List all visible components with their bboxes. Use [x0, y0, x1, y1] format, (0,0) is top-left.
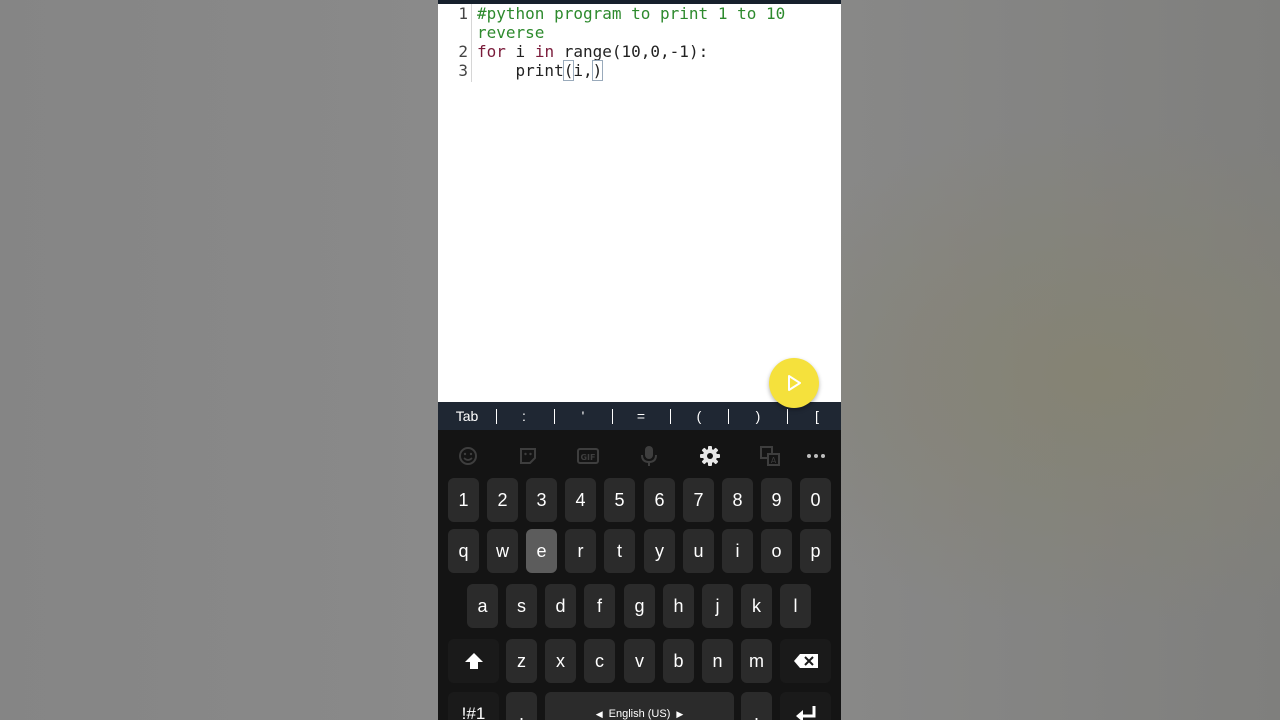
key-b[interactable]: b — [663, 639, 694, 683]
symbol-bar: Tab : ' = ( ) [ — [438, 402, 841, 430]
key-1[interactable]: 1 — [448, 478, 479, 522]
symbol-key-open-paren[interactable]: ( — [684, 402, 714, 430]
key-n[interactable]: n — [702, 639, 733, 683]
key-8[interactable]: 8 — [722, 478, 753, 522]
chevron-right-icon: ▶ — [676, 708, 684, 719]
symbol-key-tab[interactable]: Tab — [448, 402, 486, 430]
key-j[interactable]: j — [702, 584, 733, 628]
keyboard: GIF A 1 2 3 4 5 6 7 8 9 0 q w e r t y u … — [438, 430, 841, 720]
code-editor[interactable]: 1 #python program to print 1 to 10 rever… — [438, 4, 841, 402]
key-g[interactable]: g — [624, 584, 655, 628]
divider — [728, 409, 729, 424]
key-c[interactable]: c — [584, 639, 615, 683]
translate-icon[interactable]: A — [757, 444, 783, 468]
divider — [496, 409, 497, 424]
symbol-key-quote[interactable]: ' — [568, 402, 598, 430]
code-line-1-wrap[interactable]: reverse — [477, 23, 544, 42]
keyword-for: for — [477, 42, 506, 61]
more-icon[interactable] — [803, 444, 829, 468]
divider — [554, 409, 555, 424]
key-9[interactable]: 9 — [761, 478, 792, 522]
keyword-in: in — [534, 42, 555, 61]
key-5[interactable]: 5 — [604, 478, 635, 522]
key-y[interactable]: y — [644, 529, 675, 573]
key-7[interactable]: 7 — [683, 478, 714, 522]
key-v[interactable]: v — [624, 639, 655, 683]
key-d[interactable]: d — [545, 584, 576, 628]
key-q[interactable]: q — [448, 529, 479, 573]
code-text: print — [477, 61, 564, 80]
key-t[interactable]: t — [604, 529, 635, 573]
space-language-label: English (US) — [608, 708, 671, 720]
key-m[interactable]: m — [741, 639, 772, 683]
key-o[interactable]: o — [761, 529, 792, 573]
sticker-icon[interactable] — [515, 444, 541, 468]
key-2[interactable]: 2 — [487, 478, 518, 522]
code-text: i — [505, 42, 535, 61]
key-6[interactable]: 6 — [644, 478, 675, 522]
key-s[interactable]: s — [506, 584, 537, 628]
code-text: range(10,0,-1): — [554, 42, 709, 61]
symbol-key-colon[interactable]: : — [509, 402, 539, 430]
run-button[interactable] — [769, 358, 819, 408]
key-k[interactable]: k — [741, 584, 772, 628]
bracket-open: ( — [562, 60, 575, 81]
divider — [612, 409, 613, 424]
key-i[interactable]: i — [722, 529, 753, 573]
key-l[interactable]: l — [780, 584, 811, 628]
backspace-icon — [793, 654, 818, 668]
code-line-1[interactable]: #python program to print 1 to 10 — [477, 4, 785, 23]
space-bar[interactable]: ◀ English (US) ▶ — [545, 692, 734, 720]
code-line-2[interactable]: for i in range(10,0,-1): — [477, 42, 708, 61]
gif-icon[interactable]: GIF — [575, 444, 601, 468]
key-p[interactable]: p — [800, 529, 831, 573]
divider — [670, 409, 671, 424]
line-number: 1 — [458, 4, 468, 23]
symbol-key-open-bracket[interactable]: [ — [802, 402, 832, 430]
symbols-key[interactable]: !#1 — [448, 692, 499, 720]
key-e[interactable]: e — [526, 529, 557, 573]
divider — [787, 409, 788, 424]
emoji-icon[interactable] — [455, 444, 481, 468]
key-w[interactable]: w — [487, 529, 518, 573]
chevron-left-icon: ◀ — [595, 708, 603, 719]
shift-key[interactable] — [448, 639, 499, 683]
key-f[interactable]: f — [584, 584, 615, 628]
gear-icon[interactable] — [697, 444, 723, 468]
backspace-key[interactable] — [780, 639, 831, 683]
key-0[interactable]: 0 — [800, 478, 831, 522]
symbol-key-equals[interactable]: = — [626, 402, 656, 430]
comma-key[interactable]: , — [506, 692, 537, 720]
key-h[interactable]: h — [663, 584, 694, 628]
key-4[interactable]: 4 — [565, 478, 596, 522]
code-text: i, — [573, 61, 593, 80]
code-line-3[interactable]: print(i,) — [477, 60, 604, 81]
key-a[interactable]: a — [467, 584, 498, 628]
key-z[interactable]: z — [506, 639, 537, 683]
phone-screen: 1 #python program to print 1 to 10 rever… — [438, 0, 841, 720]
svg-text:GIF: GIF — [580, 453, 595, 462]
microphone-icon[interactable] — [636, 444, 662, 468]
enter-key[interactable] — [780, 692, 831, 720]
line-number: 3 — [458, 61, 468, 80]
key-x[interactable]: x — [545, 639, 576, 683]
key-r[interactable]: r — [565, 529, 596, 573]
svg-text:A: A — [771, 456, 777, 465]
shift-arrow-icon — [464, 653, 483, 669]
line-number: 2 — [458, 42, 468, 61]
key-u[interactable]: u — [683, 529, 714, 573]
enter-icon — [795, 706, 815, 720]
symbol-key-close-paren[interactable]: ) — [743, 402, 773, 430]
bracket-close: ) — [591, 60, 604, 81]
gutter-divider — [471, 4, 472, 82]
key-3[interactable]: 3 — [526, 478, 557, 522]
period-key[interactable]: . — [741, 692, 772, 720]
play-icon — [788, 375, 801, 391]
